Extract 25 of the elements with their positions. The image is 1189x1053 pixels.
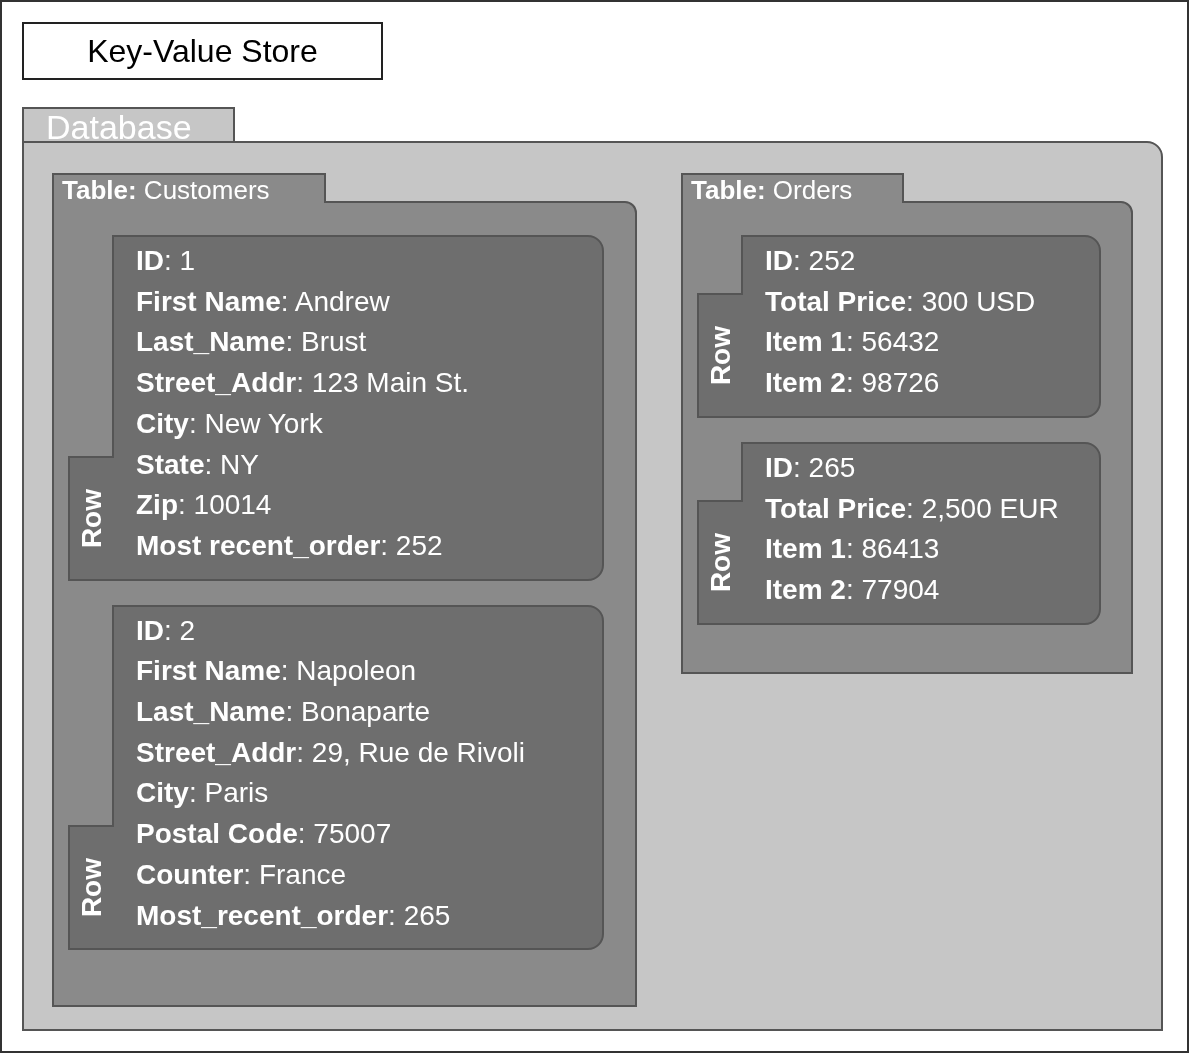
field-text: Street_Addr: 123 Main St.: [136, 366, 471, 401]
field-text: ID: 2: [136, 613, 197, 648]
field-text: ID: 265: [765, 450, 857, 485]
field-text: City: Paris: [136, 776, 270, 811]
field-text: City: New York: [136, 406, 324, 441]
field-text: Most_recent_order: 265: [136, 898, 452, 933]
store-title: Key-Value Store: [22, 22, 383, 80]
field-text: Last_Name: Bonaparte: [136, 695, 432, 730]
field-text: Most recent_order: 252: [136, 528, 444, 563]
field-text: ID: 1: [136, 244, 197, 278]
field-text: First Name: Napoleon: [136, 654, 418, 689]
field-text: Item 2: 77904: [765, 572, 941, 607]
field-text: Zip: 10014: [136, 488, 273, 523]
field-text: Item 2: 98726: [765, 366, 941, 401]
field-text: Street_Addr: 29, Rue de Rivoli: [136, 735, 527, 770]
field-text: Item 1: 86413: [765, 532, 941, 567]
field-text: Counter: France: [136, 857, 348, 892]
field-text: First Name: Andrew: [136, 284, 391, 319]
field-text: Total Price: 300 USD: [765, 284, 1037, 319]
field-text: State: NY: [136, 447, 260, 482]
field-text: Last_Name: Brust: [136, 325, 368, 360]
field-text: Total Price: 2,500 EUR: [765, 491, 1060, 526]
field-text: Postal Code: 75007: [136, 817, 393, 852]
field-text: ID: 252: [765, 244, 857, 278]
field-text: Item 1: 56432: [765, 325, 941, 360]
